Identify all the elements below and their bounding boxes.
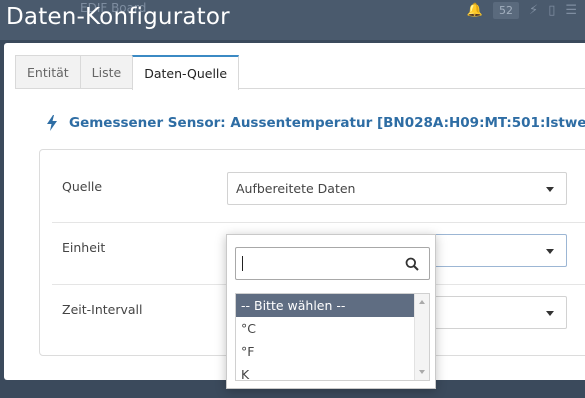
- einheit-dropdown: -- Bitte wählen -- °C °F K: [226, 234, 436, 389]
- menu-icon[interactable]: ☰: [565, 3, 577, 18]
- tab-entitaet[interactable]: Entität: [15, 55, 81, 88]
- tab-bar: Entität Liste Daten-Quelle: [15, 55, 240, 90]
- einheit-label: Einheit: [62, 240, 106, 255]
- tablet-icon[interactable]: ▯: [548, 3, 555, 18]
- text-cursor: [242, 256, 243, 271]
- dropdown-option[interactable]: °F: [236, 340, 429, 363]
- chevron-down-icon: [546, 311, 554, 316]
- topbar-icons: 🔔 52 ⚡ ▯ ☰: [467, 2, 577, 19]
- dropdown-option[interactable]: K: [236, 363, 429, 380]
- scroll-up-icon[interactable]: [419, 300, 425, 304]
- chevron-down-icon: [546, 249, 554, 254]
- bell-icon[interactable]: 🔔: [467, 3, 483, 18]
- dropdown-options-list: -- Bitte wählen -- °C °F K: [235, 293, 430, 381]
- flash-icon[interactable]: ⚡: [529, 3, 538, 18]
- tab-liste[interactable]: Liste: [79, 55, 134, 88]
- zeit-intervall-label: Zeit-Intervall: [62, 302, 143, 317]
- notification-badge: 52: [493, 2, 520, 19]
- section-heading: Gemessener Sensor: Aussentemperatur [BN0…: [45, 115, 585, 131]
- dropdown-option[interactable]: -- Bitte wählen --: [236, 294, 429, 317]
- row-divider: [52, 222, 585, 223]
- tab-daten-quelle[interactable]: Daten-Quelle: [132, 55, 240, 90]
- scroll-down-icon[interactable]: [419, 370, 425, 374]
- bolt-icon: [47, 115, 57, 131]
- quelle-value: Aufbereitete Daten: [236, 181, 356, 196]
- page-title: Daten-Konfigurator: [6, 4, 230, 30]
- quelle-select[interactable]: Aufbereitete Daten: [227, 172, 567, 205]
- chevron-down-icon: [546, 187, 554, 192]
- dropdown-scrollbar[interactable]: [414, 294, 429, 380]
- tab-divider: [15, 88, 585, 89]
- quelle-label: Quelle: [62, 179, 103, 194]
- sensor-title: Gemessener Sensor: Aussentemperatur [BN0…: [69, 115, 585, 131]
- search-icon: [405, 257, 419, 271]
- dropdown-option[interactable]: °C: [236, 317, 429, 340]
- dropdown-search-input[interactable]: [235, 247, 430, 280]
